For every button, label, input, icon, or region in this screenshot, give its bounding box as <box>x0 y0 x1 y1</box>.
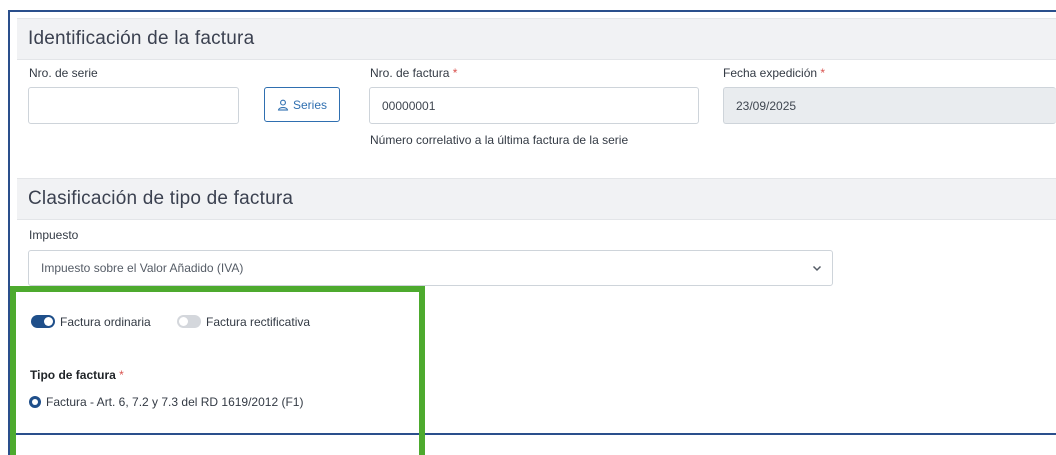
chevron-down-icon <box>812 265 822 272</box>
factura-input[interactable]: 00000001 <box>369 87 699 124</box>
factura-value: 00000001 <box>382 98 436 113</box>
top-divider <box>8 10 1056 12</box>
factura-help-text: Número correlativo a la última factura d… <box>370 133 629 147</box>
factura-label: Nro. de factura * <box>370 66 458 80</box>
series-button[interactable]: Series <box>264 87 340 122</box>
serie-input[interactable] <box>28 87 239 124</box>
clasificacion-title: Clasificación de tipo de factura <box>28 188 294 209</box>
invoice-form: Identificación de la factura Nro. de ser… <box>0 0 1056 455</box>
identificacion-title: Identificación de la factura <box>28 28 255 49</box>
required-mark: * <box>820 66 826 80</box>
serie-label: Nro. de serie <box>29 66 98 80</box>
fecha-label: Fecha expedición * <box>723 66 826 80</box>
impuesto-select[interactable]: Impuesto sobre el Valor Añadido (IVA) <box>28 250 833 286</box>
fecha-value: 23/09/2025 <box>736 98 797 113</box>
impuesto-value: Impuesto sobre el Valor Añadido (IVA) <box>41 261 244 275</box>
highlight-box <box>10 286 425 455</box>
identificacion-header: Identificación de la factura <box>17 18 1056 60</box>
fecha-input: 23/09/2025 <box>723 87 1056 124</box>
impuesto-label: Impuesto <box>29 228 79 242</box>
series-button-label: Series <box>292 97 327 112</box>
clasificacion-header: Clasificación de tipo de factura <box>17 178 1056 220</box>
required-mark: * <box>452 66 458 80</box>
user-icon <box>277 99 289 111</box>
